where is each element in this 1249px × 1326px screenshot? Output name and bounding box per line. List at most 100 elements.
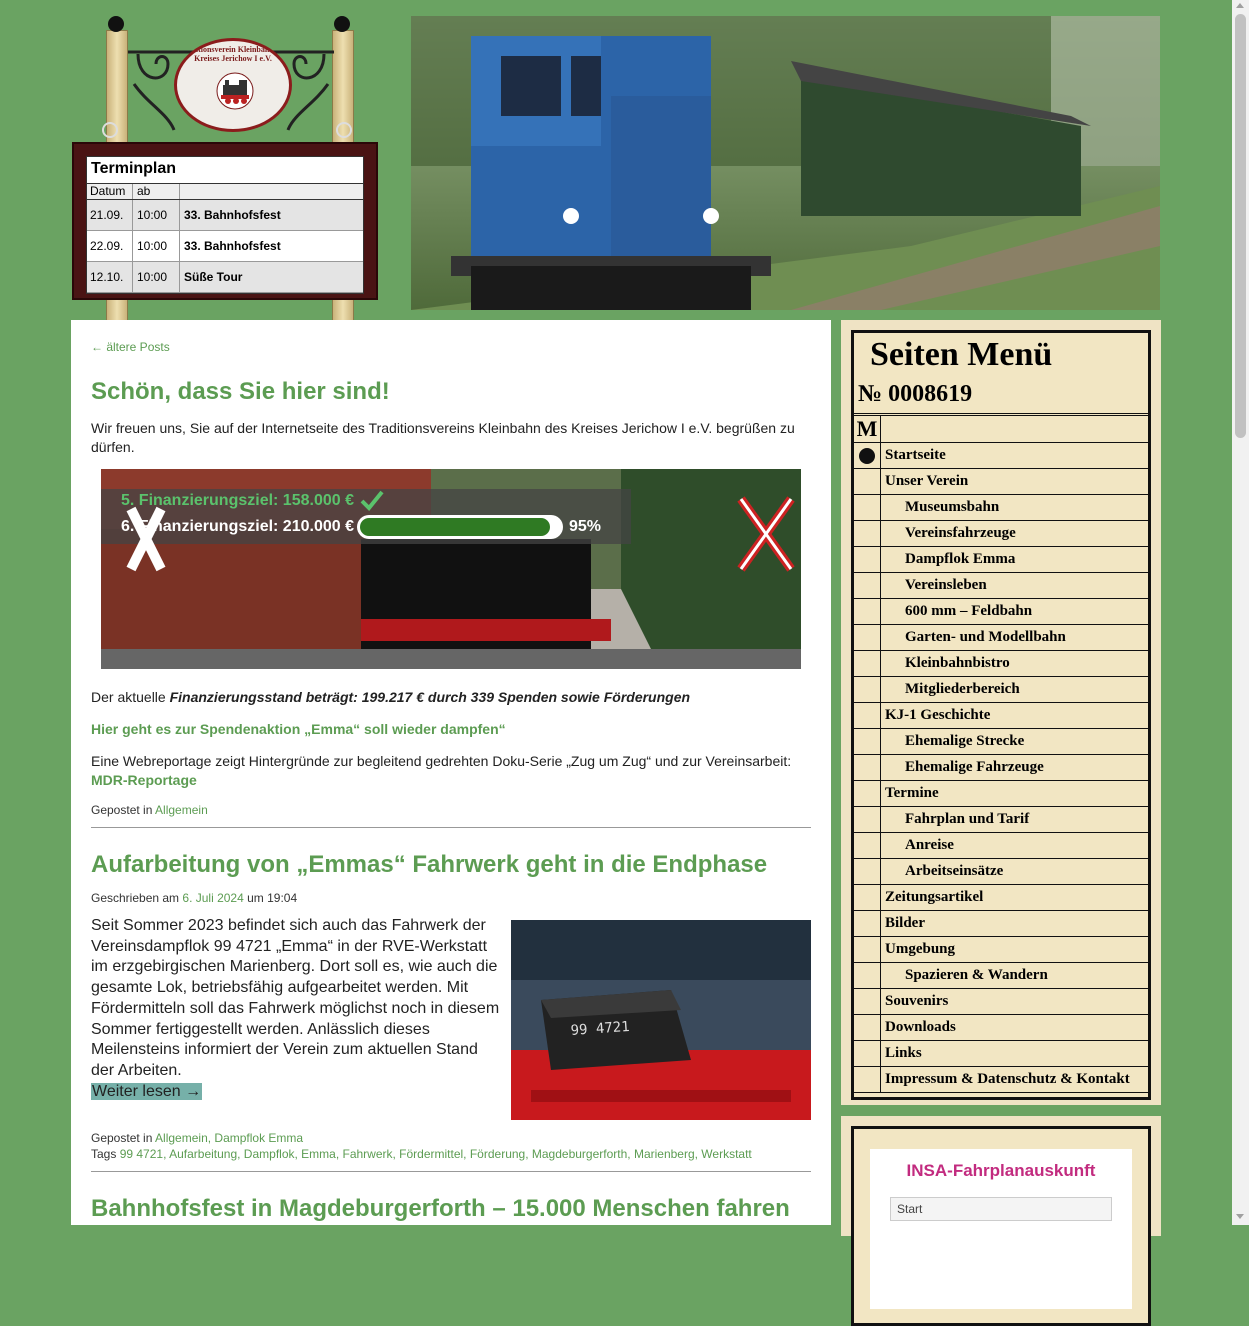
written-on-label: Geschrieben am [91, 891, 180, 905]
row-date: 22.09. [87, 231, 133, 261]
post-title[interactable]: Schön, dass Sie hier sind! [91, 378, 390, 406]
scroll-up-arrow-icon[interactable] [1236, 3, 1244, 8]
sidebar-item[interactable]: Termine [854, 781, 1148, 807]
sidebar-item[interactable]: Spazieren & Wandern [854, 963, 1148, 989]
read-more-link[interactable]: Weiter lesen → [91, 1082, 203, 1100]
row-event: 33. Bahnhofsfest [184, 239, 281, 253]
goal6-progress-fill [360, 518, 550, 536]
sidebar-item[interactable]: Arbeitseinsätze [854, 859, 1148, 885]
goal6-percent: 95% [569, 518, 602, 535]
older-posts-link[interactable]: ← ältere Posts [91, 340, 170, 354]
sidebar-item[interactable]: KJ-1 Geschichte [854, 703, 1148, 729]
col-event [180, 184, 363, 199]
menu-header-row: M [854, 416, 1148, 443]
sidebar-item[interactable]: Downloads [854, 1015, 1148, 1041]
sidebar-item[interactable]: 600 mm – Feldbahn [854, 599, 1148, 625]
row-event: 33. Bahnhofsfest [184, 208, 281, 222]
schedule-title: Terminplan [87, 157, 363, 184]
row-date: 21.09. [87, 200, 133, 230]
sidebar-item[interactable]: Impressum & Datenschutz & Kontakt [854, 1067, 1148, 1093]
post-title[interactable]: Bahnhofsfest in Magdeburgerforth – 15.00… [91, 1195, 790, 1223]
sidebar-item[interactable]: Museumsbahn [854, 495, 1148, 521]
row-time: 10:00 [133, 262, 180, 292]
schedule-row[interactable]: 21.09. 10:00 33. Bahnhofsfest [87, 200, 363, 231]
sidebar-item[interactable]: Ehemalige Strecke [854, 729, 1148, 755]
sidebar-item-bullet [854, 755, 881, 780]
sidebar-item[interactable]: Zeitungsartikel [854, 885, 1148, 911]
sidebar-item[interactable]: Fahrplan und Tarif [854, 807, 1148, 833]
col-date: Datum [87, 184, 133, 199]
header-train-photo [411, 16, 1160, 310]
sidebar-item[interactable]: Bilder [854, 911, 1148, 937]
sidebar-item[interactable]: Souvenirs [854, 989, 1148, 1015]
post-thumbnail[interactable]: 99 4721 [511, 920, 811, 1120]
sidebar-item[interactable]: Links [854, 1041, 1148, 1067]
category-link[interactable]: Allgemein [155, 803, 208, 817]
post-date-link[interactable]: 6. Juli 2024 [182, 891, 243, 905]
sidebar-item[interactable]: Vereinsfahrzeuge [854, 521, 1148, 547]
sidebar-item-label: Umgebung [885, 941, 956, 957]
row-date: 12.10. [87, 262, 133, 292]
club-logo[interactable]: Traditionsverein Kleinbahn des Kreises J… [174, 38, 292, 132]
sidebar-item[interactable]: Kleinbahnbistro [854, 651, 1148, 677]
sidebar-item-label: Impressum & Datenschutz & Kontakt [885, 1071, 1130, 1087]
active-dot-icon [859, 447, 875, 464]
post-divider [91, 1171, 811, 1172]
sidebar-item-bullet [854, 495, 881, 520]
sidebar-item-label: Bilder [885, 915, 925, 931]
col-from: ab [133, 184, 180, 199]
excerpt-text: Seit Sommer 2023 befindet sich auch das … [91, 917, 500, 1079]
schedule-row[interactable]: 12.10. 10:00 Süße Tour [87, 262, 363, 293]
sidebar-item-label: Startseite [885, 447, 946, 463]
sidebar-item-label: Anreise [905, 837, 954, 853]
sidebar-item-bullet [854, 443, 881, 468]
sidebar-item-label: Garten- und Modellbahn [905, 629, 1066, 645]
mdr-report-link[interactable]: MDR-Reportage [91, 772, 197, 788]
tag-links[interactable]: 99 4721, Aufarbeitung, Dampflok, Emma, F… [120, 1147, 752, 1161]
funding-status-prefix: Der aktuelle [91, 689, 170, 705]
donation-link[interactable]: Hier geht es zur Spendenaktion „Emma“ so… [91, 721, 506, 737]
sidebar-item-bullet [854, 937, 881, 962]
sidebar-item[interactable]: Unser Verein [854, 469, 1148, 495]
post-date: Geschrieben am 6. Juli 2024 um 19:04 [91, 891, 297, 905]
sidebar-item-label: Spazieren & Wandern [905, 967, 1048, 983]
sidebar-item-bullet [854, 547, 881, 572]
category-links[interactable]: Allgemein, Dampflok Emma [155, 1131, 303, 1145]
sidebar-item[interactable]: Anreise [854, 833, 1148, 859]
row-time: 10:00 [133, 200, 180, 230]
post-divider [91, 827, 811, 828]
ring-right [336, 122, 352, 138]
posted-in-label: Gepostet in [91, 803, 153, 817]
goal6-label: 6. Finanzierungsziel: 210.000 € [121, 518, 354, 535]
sidebar-item[interactable]: Ehemalige Fahrzeuge [854, 755, 1148, 781]
scroll-down-arrow-icon[interactable] [1236, 1214, 1244, 1219]
post-title[interactable]: Aufarbeitung von „Emmas“ Fahrwerk geht i… [91, 851, 767, 879]
sidebar-item-label: Vereinsleben [905, 577, 987, 593]
sidebar-item[interactable]: Garten- und Modellbahn [854, 625, 1148, 651]
sidebar-item-bullet [854, 677, 881, 702]
post-intro: Wir freuen uns, Sie auf der Internetseit… [91, 420, 795, 455]
post-knob-right [334, 16, 350, 32]
schedule-row[interactable]: 22.09. 10:00 33. Bahnhofsfest [87, 231, 363, 262]
sidebar-item-label: Vereinsfahrzeuge [905, 525, 1016, 541]
sidebar-insa-widget: INSA-Fahrplanauskunft Start [841, 1116, 1161, 1326]
funding-status-value: Finanzierungsstand beträgt: 199.217 € du… [169, 689, 691, 705]
sidebar-item[interactable]: Startseite [854, 443, 1148, 469]
sidebar-item-bullet [854, 729, 881, 754]
sidebar-item[interactable]: Mitgliederbereich [854, 677, 1148, 703]
scrollbar[interactable] [1232, 0, 1249, 1225]
insa-title: INSA-Fahrplanauskunft [906, 1161, 1096, 1180]
sidebar-item-bullet [854, 833, 881, 858]
header-sign: Traditionsverein Kleinbahn des Kreises J… [70, 14, 390, 322]
sidebar-item-label: Downloads [885, 1019, 956, 1035]
sidebar-item[interactable]: Vereinsleben [854, 573, 1148, 599]
scrollbar-thumb[interactable] [1235, 14, 1246, 438]
sidebar-item-bullet [854, 573, 881, 598]
funding-banner[interactable]: 5. Finanzierungsziel: 158.000 € 6. Finan… [101, 469, 801, 669]
insa-start-field[interactable]: Start [890, 1197, 1112, 1221]
main-content: ← ältere Posts Schön, dass Sie hier sind… [71, 320, 831, 1225]
schedule-board: Terminplan Datum ab 21.09. 10:00 33. Bah… [72, 142, 378, 300]
sidebar-item[interactable]: Dampflok Emma [854, 547, 1148, 573]
sidebar-item-bullet [854, 521, 881, 546]
sidebar-item[interactable]: Umgebung [854, 937, 1148, 963]
